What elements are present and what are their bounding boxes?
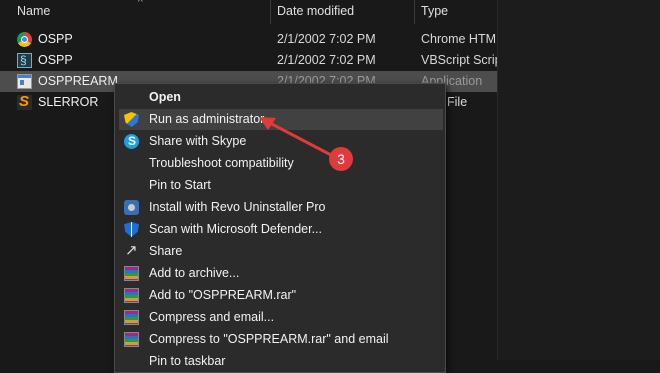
step-number-badge: 3 xyxy=(329,147,353,171)
annotation-arrow xyxy=(259,117,333,157)
